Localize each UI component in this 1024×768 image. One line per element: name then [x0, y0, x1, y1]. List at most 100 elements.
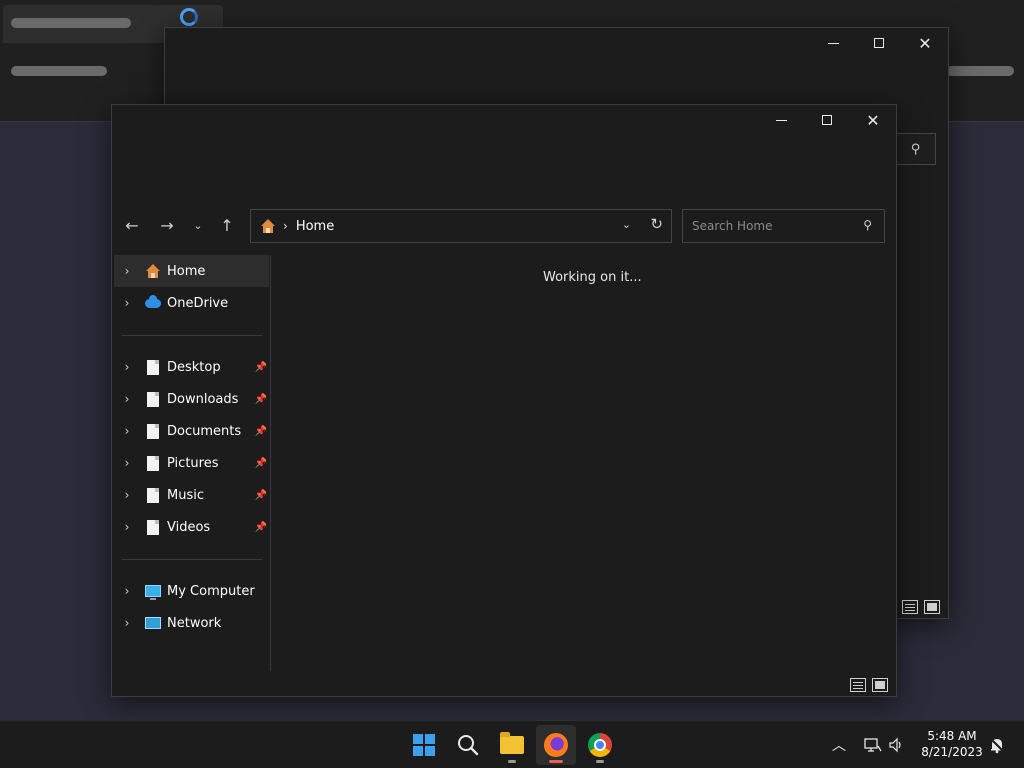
- chevron-up-icon: ︿: [832, 738, 846, 754]
- caption-buttons: ✕: [810, 28, 948, 58]
- running-indicator: [596, 760, 604, 763]
- sidebar-item-documents[interactable]: › Documents 📌: [114, 415, 269, 447]
- breadcrumb-home[interactable]: Home: [296, 219, 334, 234]
- close-button[interactable]: ✕: [902, 28, 948, 58]
- network-icon: [144, 615, 162, 631]
- chevron-right-icon[interactable]: ›: [114, 424, 140, 438]
- chevron-right-icon[interactable]: ›: [114, 456, 140, 470]
- loading-spinner-icon: [180, 8, 198, 26]
- document-icon: [144, 519, 162, 535]
- sidebar-item-label: Home: [167, 263, 206, 279]
- sidebar-item-label: Downloads: [167, 391, 239, 407]
- minimize-button[interactable]: [810, 28, 856, 58]
- folder-icon: [500, 732, 524, 754]
- chevron-right-icon[interactable]: ›: [114, 264, 140, 278]
- close-icon: ✕: [866, 110, 880, 130]
- chevron-right-icon[interactable]: ›: [114, 584, 140, 598]
- network-status-button[interactable]: [864, 721, 882, 768]
- background-placeholder-bar: [11, 66, 107, 76]
- up-button[interactable]: ↑: [215, 213, 239, 237]
- close-icon: ✕: [918, 33, 932, 53]
- cloud-icon: [144, 294, 162, 311]
- sidebar-item-label: Documents: [167, 423, 242, 439]
- maximize-button[interactable]: [804, 105, 850, 135]
- sidebar-item-downloads[interactable]: › Downloads 📌: [114, 383, 269, 415]
- refresh-icon[interactable]: ↻: [650, 215, 663, 233]
- taskbar: ︿ 5:48 AM 8/21/2023: [0, 720, 1024, 768]
- minimize-icon: [827, 42, 839, 44]
- sidebar-item-music[interactable]: › Music 📌: [114, 479, 269, 511]
- chevron-right-icon[interactable]: ›: [114, 296, 140, 310]
- maximize-button[interactable]: [856, 28, 902, 58]
- chevron-right-icon[interactable]: ›: [114, 360, 140, 374]
- volume-button[interactable]: [888, 721, 904, 768]
- pin-icon[interactable]: 📌: [255, 426, 267, 437]
- running-indicator: [508, 760, 516, 763]
- sidebar-item-label: My Computer: [167, 583, 255, 599]
- pin-icon[interactable]: 📌: [255, 522, 267, 533]
- taskbar-search-button[interactable]: [448, 725, 488, 765]
- computer-icon: [144, 583, 162, 600]
- taskbar-chrome[interactable]: [580, 725, 620, 765]
- sidebar-item-label: Desktop: [167, 359, 221, 375]
- sidebar-item-desktop[interactable]: › Desktop 📌: [114, 351, 269, 383]
- document-icon: [144, 423, 162, 439]
- sidebar-item-my-computer[interactable]: › My Computer: [114, 575, 269, 607]
- details-view-icon[interactable]: [850, 678, 866, 692]
- chevron-right-icon[interactable]: ›: [114, 392, 140, 406]
- large-icons-view-icon[interactable]: [924, 600, 940, 614]
- back-button[interactable]: ←: [120, 213, 144, 237]
- home-icon: [259, 217, 277, 235]
- background-placeholder-bar: [11, 18, 131, 28]
- firefox-icon: [544, 733, 568, 757]
- pin-icon[interactable]: 📌: [255, 394, 267, 405]
- clock[interactable]: 5:48 AM 8/21/2023: [916, 728, 988, 760]
- pane-splitter[interactable]: [270, 255, 271, 671]
- active-indicator: [549, 760, 563, 763]
- sidebar-divider: [122, 335, 262, 336]
- pin-icon[interactable]: 📌: [255, 490, 267, 501]
- search-box[interactable]: Search Home ⚲: [682, 209, 885, 243]
- network-status-icon: [864, 738, 882, 752]
- details-view-icon[interactable]: [902, 600, 918, 614]
- sidebar-item-pictures[interactable]: › Pictures 📌: [114, 447, 269, 479]
- show-hidden-icons-button[interactable]: ︿: [832, 721, 846, 768]
- chrome-icon: [588, 733, 612, 757]
- large-icons-view-icon[interactable]: [872, 678, 888, 692]
- search-input[interactable]: Search Home: [692, 219, 772, 233]
- forward-button[interactable]: →: [155, 213, 179, 237]
- notification-bell-icon: [989, 737, 1005, 754]
- start-button[interactable]: [404, 725, 444, 765]
- search-icon: [458, 735, 479, 756]
- pin-icon[interactable]: 📌: [255, 458, 267, 469]
- close-button[interactable]: ✕: [850, 105, 896, 135]
- address-bar[interactable]: › Home ⌄ ↻: [250, 209, 672, 243]
- taskbar-file-explorer[interactable]: [492, 725, 532, 765]
- sidebar-item-label: Network: [167, 615, 222, 631]
- windows-logo-icon: [413, 734, 435, 756]
- pin-icon[interactable]: 📌: [255, 362, 267, 373]
- arrow-up-icon: ↑: [220, 215, 234, 235]
- clock-time: 5:48 AM: [927, 729, 977, 743]
- speaker-icon: [889, 737, 901, 753]
- chevron-right-icon[interactable]: ›: [114, 616, 140, 630]
- sidebar-item-videos[interactable]: › Videos 📌: [114, 511, 269, 543]
- minimize-icon: [775, 119, 787, 121]
- sidebar-divider: [122, 559, 262, 560]
- minimize-button[interactable]: [758, 105, 804, 135]
- search-button[interactable]: ⚲: [896, 133, 936, 165]
- taskbar-firefox[interactable]: [536, 725, 576, 765]
- sidebar-item-onedrive[interactable]: › OneDrive: [114, 287, 269, 319]
- recent-locations-button[interactable]: ⌄: [186, 213, 210, 237]
- chevron-right-icon[interactable]: ›: [114, 488, 140, 502]
- chevron-right-icon[interactable]: ›: [114, 520, 140, 534]
- sidebar-item-label: Pictures: [167, 455, 219, 471]
- address-dropdown-icon[interactable]: ⌄: [622, 218, 631, 231]
- sidebar-item-network[interactable]: › Network: [114, 607, 269, 639]
- sidebar-item-label: Videos: [167, 519, 211, 535]
- notifications-button[interactable]: [988, 721, 1006, 768]
- explorer-window: ✕ ← → ⌄ ↑ › Home ⌄ ↻ Search Home ⚲ › Hom…: [111, 104, 897, 697]
- sidebar-item-home[interactable]: › Home: [114, 255, 269, 287]
- search-icon: ⚲: [863, 218, 872, 232]
- arrow-left-icon: ←: [125, 215, 139, 235]
